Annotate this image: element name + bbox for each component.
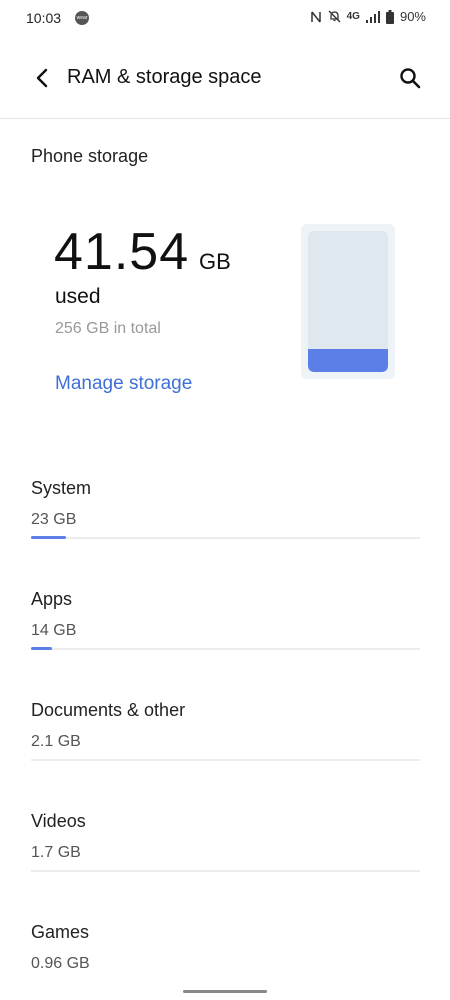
- used-storage-value: 41.54: [54, 223, 190, 281]
- storage-screen: 10:03 wear 4G 90% RAM & storage space Ph…: [0, 0, 450, 1000]
- top-app-bar: RAM & storage space: [0, 36, 450, 119]
- home-gesture-bar[interactable]: [183, 990, 267, 993]
- storage-used-fill: [308, 349, 388, 372]
- category-apps[interactable]: Apps 14 GB: [0, 589, 450, 700]
- mute-bell-icon: [328, 10, 341, 23]
- battery-icon: [385, 9, 394, 24]
- category-name: Apps: [31, 589, 73, 609]
- category-size: 23 GB: [31, 511, 77, 528]
- status-icons: 4G 90%: [310, 9, 426, 24]
- network-type-label: 4G: [346, 11, 360, 22]
- category-usage-bar: [31, 759, 420, 761]
- category-name: Documents & other: [31, 700, 186, 720]
- status-time: 10:03: [26, 10, 62, 26]
- category-name: Games: [31, 922, 90, 942]
- category-size: 14 GB: [31, 622, 77, 639]
- category-games[interactable]: Games 0.96 GB: [0, 922, 450, 1000]
- category-size: 2.1 GB: [31, 733, 81, 750]
- weather-app-icon: wear: [75, 11, 89, 25]
- category-usage-fill: [31, 647, 53, 650]
- search-icon: [400, 68, 421, 89]
- used-label: used: [55, 285, 101, 308]
- category-usage-bar: [31, 647, 420, 650]
- signal-icon: [365, 10, 380, 23]
- category-usage-fill: [31, 536, 66, 539]
- nfc-icon: [310, 11, 321, 22]
- used-storage-unit: GB: [199, 249, 231, 274]
- status-bar: 10:03 wear 4G 90%: [0, 0, 450, 36]
- back-arrow-icon: [36, 68, 48, 88]
- category-name: Videos: [31, 811, 86, 831]
- category-videos[interactable]: Videos 1.7 GB: [0, 811, 450, 922]
- back-button[interactable]: [24, 60, 60, 96]
- battery-percent: 90%: [399, 9, 426, 24]
- category-size: 0.96 GB: [31, 955, 90, 972]
- phone-storage-title: Phone storage: [31, 146, 149, 166]
- search-button[interactable]: [392, 60, 428, 96]
- category-size: 1.7 GB: [31, 844, 81, 861]
- manage-storage-link[interactable]: Manage storage: [55, 373, 192, 395]
- total-storage-label: 256 GB in total: [55, 320, 161, 337]
- page-title: RAM & storage space: [67, 66, 262, 88]
- category-documents-other[interactable]: Documents & other 2.1 GB: [0, 700, 450, 811]
- category-name: System: [31, 478, 92, 498]
- storage-phone-graphic: [301, 224, 395, 379]
- category-usage-bar: [31, 536, 420, 539]
- phone-graphic-screen: [308, 231, 388, 372]
- category-usage-bar: [31, 870, 420, 872]
- category-system[interactable]: System 23 GB: [0, 478, 450, 589]
